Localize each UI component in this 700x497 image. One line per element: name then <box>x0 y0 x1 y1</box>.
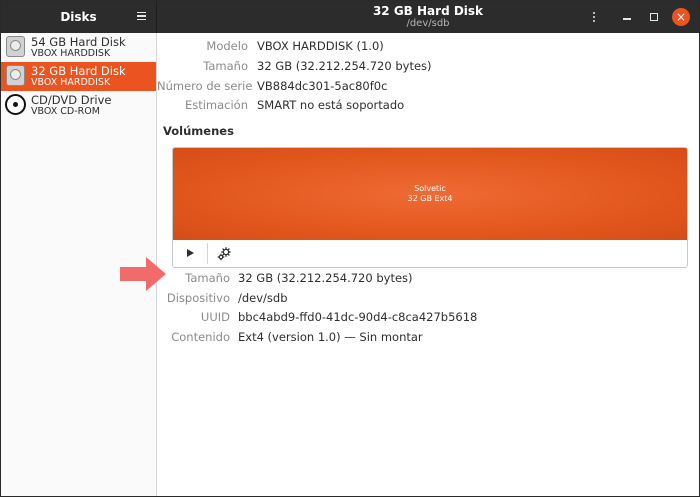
drive-model: VBOX HARDDISK <box>31 77 111 88</box>
play-icon <box>187 249 194 257</box>
gears-icon <box>217 247 231 261</box>
drive-item-32gb[interactable]: 32 GB Hard Disk VBOX HARDDISK <box>1 62 156 91</box>
drive-model: VBOX HARDDISK <box>31 48 111 59</box>
close-button[interactable]: × <box>672 8 690 26</box>
uuid-value: bbc4abd9-ffd0-41dc-90d4-c8ca427b5618 <box>238 310 478 324</box>
contents-label: Contenido <box>171 330 230 344</box>
assessment-value: SMART no está soportado <box>257 98 405 112</box>
sidebar-header: Disks <box>1 1 157 33</box>
volume-size-label: Tamaño <box>185 271 230 285</box>
model-value: VBOX HARDDISK (1.0) <box>257 39 384 53</box>
size-label: Tamaño <box>203 59 248 73</box>
annotation-arrow-icon <box>120 257 166 291</box>
model-label: Modelo <box>206 39 248 53</box>
volume-toolbar <box>173 240 687 267</box>
close-icon: × <box>675 10 687 24</box>
drive-item-54gb[interactable]: 54 GB Hard Disk VBOX HARDDISK <box>1 33 156 62</box>
drive-name: 54 GB Hard Disk <box>31 35 126 49</box>
contents-value: Ext4 (version 1.0) — Sin montar <box>238 330 423 344</box>
assessment-label: Estimación <box>184 98 248 112</box>
serial-label: Número de serie <box>157 79 253 93</box>
drive-details-panel: Modelo VBOX HARDDISK (1.0) Tamaño 32 GB … <box>157 33 699 496</box>
partition-name: Solvetic <box>414 184 446 193</box>
size-value: 32 GB (32.212.254.720 bytes) <box>257 59 432 73</box>
serial-value: VB884dc301-5ac80f0c <box>257 79 388 93</box>
partition-options-button[interactable] <box>213 244 235 263</box>
hamburger-menu-icon[interactable] <box>133 8 149 24</box>
minimize-button[interactable] <box>618 8 636 26</box>
drive-name: 32 GB Hard Disk <box>31 64 126 78</box>
disks-window: Disks 32 GB Hard Disk /dev/sdb × 54 GB H… <box>0 0 700 497</box>
volume-size-value: 32 GB (32.212.254.720 bytes) <box>238 271 413 285</box>
optical-drive-icon <box>5 94 26 115</box>
hard-disk-icon <box>6 36 25 57</box>
mount-button[interactable] <box>179 244 201 263</box>
drive-model: VBOX CD-ROM <box>31 106 100 117</box>
drive-name: CD/DVD Drive <box>31 93 112 107</box>
device-value: /dev/sdb <box>238 291 288 305</box>
device-label: Dispositivo <box>166 291 230 305</box>
toolbar-separator <box>207 243 208 264</box>
hard-disk-icon <box>6 65 25 86</box>
drive-item-cd-dvd[interactable]: CD/DVD Drive VBOX CD-ROM <box>1 91 156 120</box>
header-bar: Disks 32 GB Hard Disk /dev/sdb × <box>1 1 699 33</box>
drive-options-menu-icon[interactable] <box>587 10 601 24</box>
volumes-heading: Volúmenes <box>163 124 234 138</box>
volume-map: Solvetic 32 GB Ext4 <box>172 147 688 268</box>
partition-info: 32 GB Ext4 <box>407 194 453 203</box>
uuid-label: UUID <box>200 310 230 324</box>
maximize-button[interactable] <box>645 8 663 26</box>
partition-block[interactable]: Solvetic 32 GB Ext4 <box>173 148 687 240</box>
